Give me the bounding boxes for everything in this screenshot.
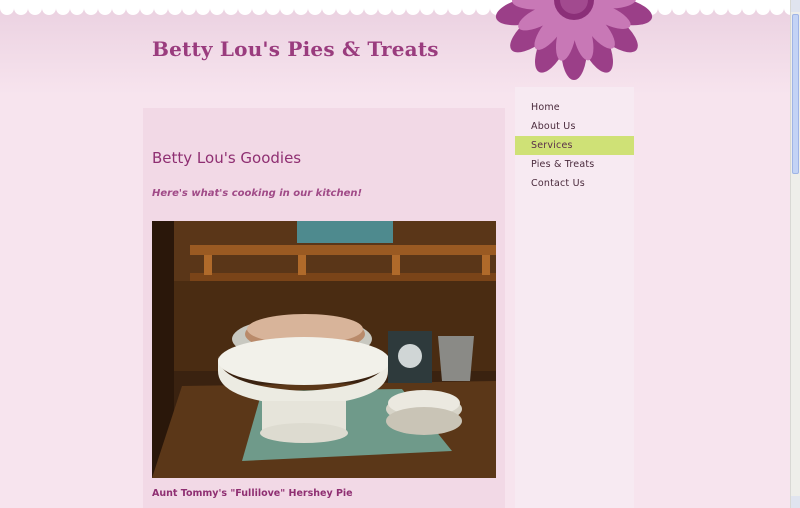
nav-item-contact-us[interactable]: Contact Us [515,174,634,193]
scroll-up-arrow-icon[interactable] [791,0,800,12]
nav-item-home[interactable]: Home [515,98,634,117]
sidebar: Home About Us Services Pies & Treats Con… [515,87,634,508]
scrollbar-thumb[interactable] [792,14,799,174]
nav-item-about-us[interactable]: About Us [515,117,634,136]
nav-item-pies-treats[interactable]: Pies & Treats [515,155,634,174]
main-content: Betty Lou's Goodies Here's what's cookin… [143,108,505,508]
intro-text: Here's what's cooking in our kitchen! [152,188,363,199]
page-heading: Betty Lou's Goodies [152,149,302,167]
scroll-down-arrow-icon[interactable] [791,496,800,508]
flower-icon [495,0,653,80]
photo-caption: Aunt Tommy's "Fullilove" Hershey Pie [152,488,353,499]
page: Betty Lou's Pies & Treats Betty Lou's Go… [0,0,790,508]
site-title[interactable]: Betty Lou's Pies & Treats [152,37,439,61]
scalloped-border [0,0,790,15]
vertical-scrollbar[interactable] [790,0,800,508]
main-nav: Home About Us Services Pies & Treats Con… [515,98,634,193]
nav-item-services[interactable]: Services [515,136,634,155]
pie-photo [152,221,496,478]
